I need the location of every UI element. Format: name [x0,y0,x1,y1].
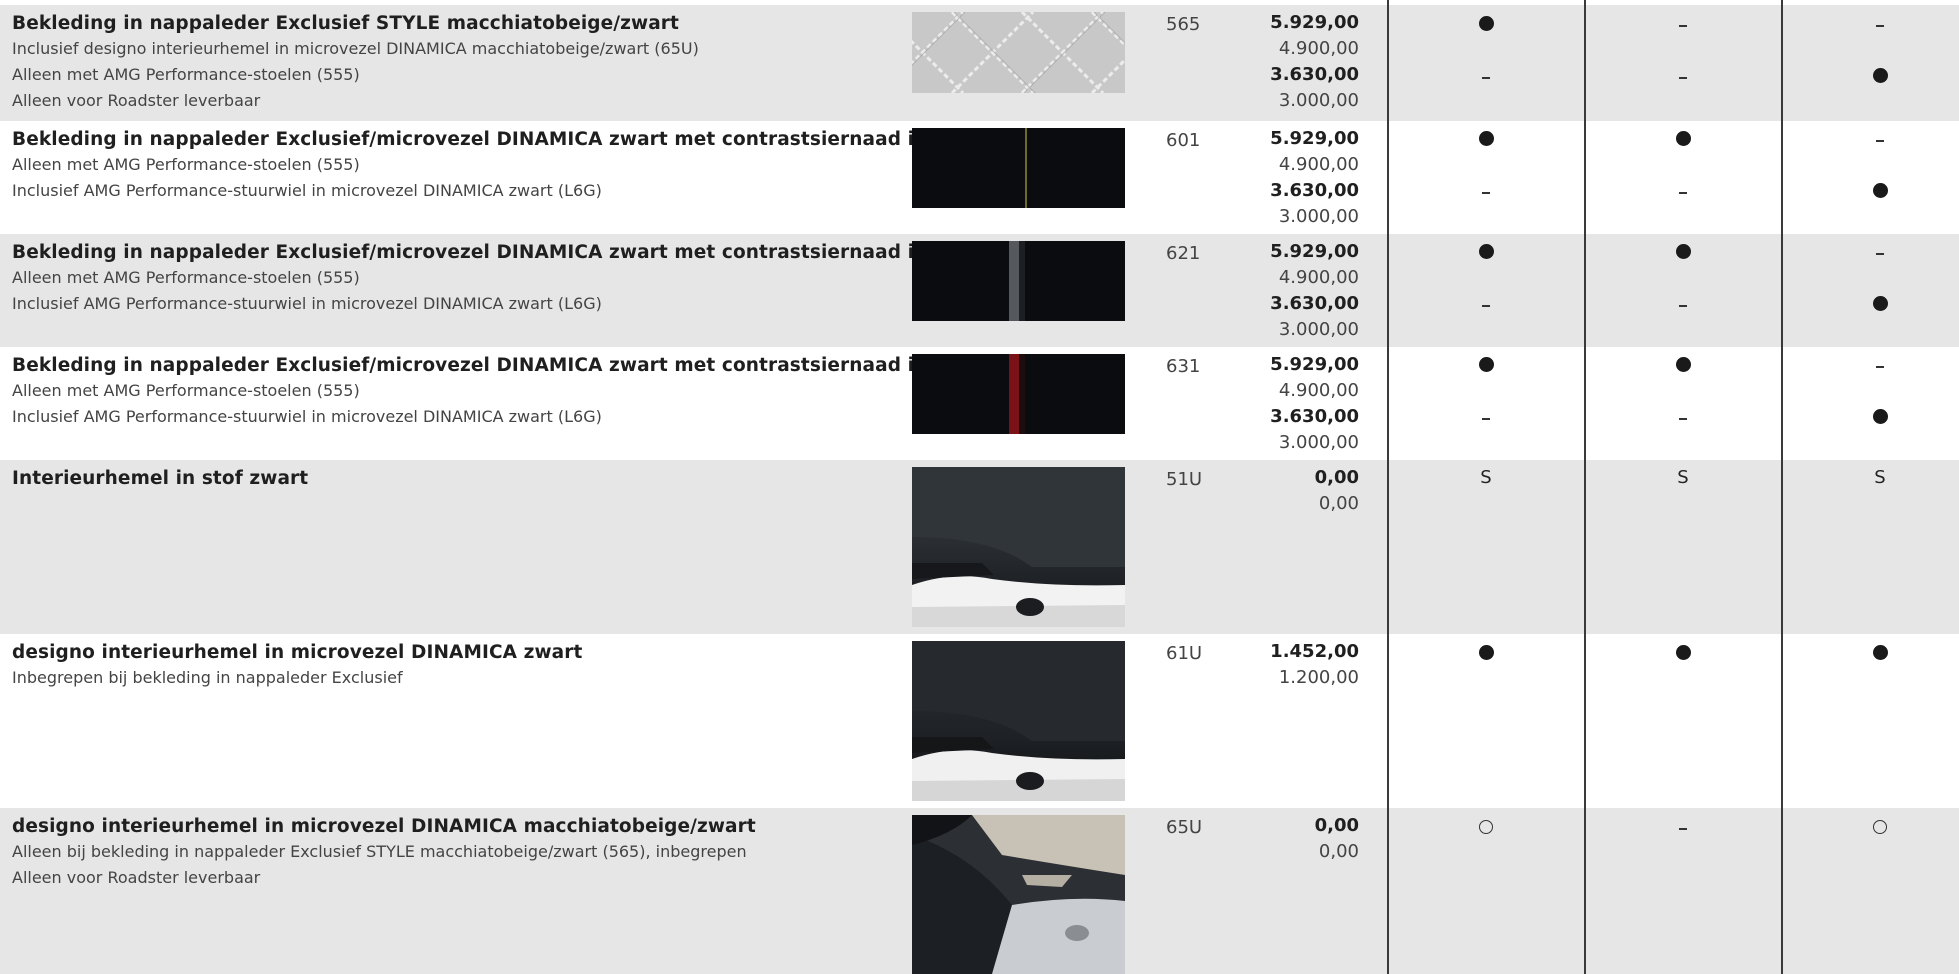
option-title: Bekleding in nappaleder Exclusief STYLE … [12,13,679,34]
availability-dot [1471,645,1501,665]
price-incl-vat: 5.929,00 [1270,128,1359,149]
price-excl-vat-alt: 3.000,00 [1278,319,1359,340]
black-headliner-photo [912,467,1125,627]
availability-dash [1668,819,1698,839]
price-incl-vat-alt: 3.630,00 [1270,180,1359,201]
beige-headliner-photo [912,815,1125,974]
price-excl-vat-alt: 3.000,00 [1278,90,1359,111]
availability-dot [1668,131,1698,151]
availability-dot [1865,68,1895,88]
price-incl-vat: 5.929,00 [1270,241,1359,262]
option-code: 621 [1166,243,1201,264]
availability-dot [1471,244,1501,264]
option-code: 65U [1166,817,1203,838]
availability-dash [1471,183,1501,203]
option-title: Bekleding in nappaleder Exclusief/microv… [12,242,981,263]
availability-dash [1471,68,1501,88]
option-title: Bekleding in nappaleder Exclusief/microv… [12,355,983,376]
quilted-leather-swatch [912,12,1125,93]
standard-label: S [1480,467,1492,488]
option-note: Alleen voor Roadster leverbaar [12,868,261,887]
price-incl-vat: 0,00 [1314,815,1359,836]
price-incl-vat-alt: 3.630,00 [1270,64,1359,85]
availability-dash [1865,16,1895,36]
dinamica-black-headliner-photo [912,641,1125,801]
price-incl-vat: 1.452,00 [1270,641,1359,662]
availability-dash [1668,296,1698,316]
option-title: Bekleding in nappaleder Exclusief/microv… [12,129,979,150]
price-excl-vat: 4.900,00 [1278,154,1359,175]
availability-dash [1865,131,1895,151]
option-row-601: Bekleding in nappaleder Exclusief/microv… [0,121,1959,234]
standard-label: S [1874,467,1886,488]
option-row-621: Bekleding in nappaleder Exclusief/microv… [0,234,1959,347]
option-note: Inbegrepen bij bekleding in nappaleder E… [12,668,403,687]
availability-dot [1471,16,1501,36]
option-note: Alleen met AMG Performance-stoelen (555) [12,381,360,400]
availability-dot [1668,645,1698,665]
option-title: designo interieurhemel in microvezel DIN… [12,642,583,663]
option-note: Inclusief AMG Performance-stuurwiel in m… [12,294,602,313]
availability-ring [1865,819,1895,839]
option-code: 631 [1166,356,1201,377]
availability-dash [1865,244,1895,264]
black-red-stitch-swatch [912,354,1125,434]
price-incl-vat: 5.929,00 [1270,354,1359,375]
standard-label: S [1677,467,1689,488]
availability-dash [1668,183,1698,203]
column-divider [1781,0,1783,974]
option-note: Inclusief AMG Performance-stuurwiel in m… [12,407,602,426]
availability-dash [1471,296,1501,316]
option-row-65U: designo interieurhemel in microvezel DIN… [0,808,1959,974]
option-code: 51U [1166,469,1203,490]
price-incl-vat-alt: 3.630,00 [1270,406,1359,427]
option-title: Interieurhemel in stof zwart [12,468,309,489]
black-grey-stitch-swatch [912,241,1125,321]
availability-dot [1471,357,1501,377]
availability-dash [1668,16,1698,36]
option-note: Alleen met AMG Performance-stoelen (555) [12,268,360,287]
option-row-565: Bekleding in nappaleder Exclusief STYLE … [0,5,1959,121]
availability-dash [1865,357,1895,377]
option-note: Alleen met AMG Performance-stoelen (555) [12,65,360,84]
availability-dot [1865,183,1895,203]
price-excl-vat: 1.200,00 [1278,667,1359,688]
availability-dash [1668,409,1698,429]
option-note: Alleen met AMG Performance-stoelen (555) [12,155,360,174]
price-incl-vat: 5.929,00 [1270,12,1359,33]
black-yellow-stitch-swatch [912,128,1125,208]
option-code: 565 [1166,14,1201,35]
option-code: 61U [1166,643,1203,664]
availability-dot [1471,131,1501,151]
availability-dash [1668,68,1698,88]
option-note: Alleen voor Roadster leverbaar [12,91,261,110]
option-note: Inclusief AMG Performance-stuurwiel in m… [12,181,602,200]
option-row-61U: designo interieurhemel in microvezel DIN… [0,634,1959,808]
price-excl-vat-alt: 3.000,00 [1278,432,1359,453]
option-note: Inclusief designo interieurhemel in micr… [12,39,699,58]
price-excl-vat: 4.900,00 [1278,38,1359,59]
option-note: Alleen bij bekleding in nappaleder Exclu… [12,842,747,861]
option-row-51U: Interieurhemel in stof zwart 51U 0,00 0,… [0,460,1959,634]
price-excl-vat: 0,00 [1318,493,1359,514]
price-excl-vat: 4.900,00 [1278,267,1359,288]
availability-dot [1865,296,1895,316]
price-excl-vat: 0,00 [1318,841,1359,862]
availability-dash [1471,409,1501,429]
availability-ring [1471,819,1501,839]
availability-dot [1865,409,1895,429]
price-incl-vat: 0,00 [1314,467,1359,488]
column-divider [1387,0,1389,974]
availability-dot [1865,645,1895,665]
availability-dot [1668,244,1698,264]
availability-dot [1668,357,1698,377]
price-incl-vat-alt: 3.630,00 [1270,293,1359,314]
option-code: 601 [1166,130,1201,151]
price-excl-vat-alt: 3.000,00 [1278,206,1359,227]
price-excl-vat: 4.900,00 [1278,380,1359,401]
option-title: designo interieurhemel in microvezel DIN… [12,816,756,837]
column-divider [1584,0,1586,974]
option-row-631: Bekleding in nappaleder Exclusief/microv… [0,347,1959,460]
